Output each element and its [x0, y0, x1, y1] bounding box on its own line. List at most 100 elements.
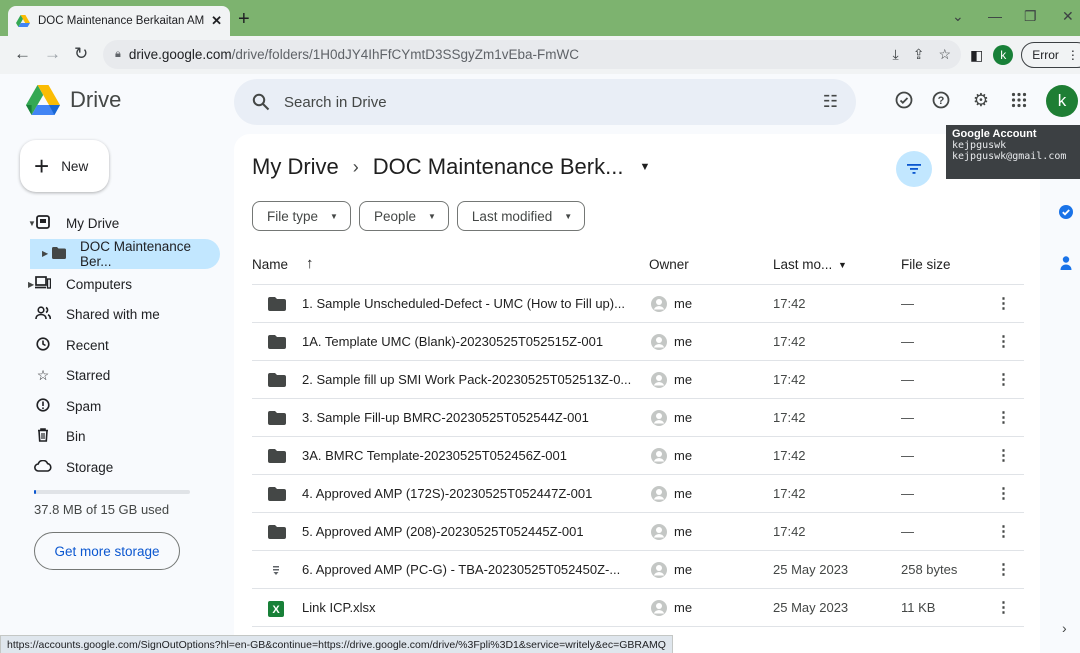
close-window-icon[interactable]: ✕ [1062, 8, 1074, 25]
restore-icon[interactable]: ❐ [1024, 8, 1037, 25]
table-row[interactable]: 3. Sample Fill-up BMRC-20230525T052544Z-… [252, 399, 1024, 437]
column-header-name[interactable]: Name [252, 257, 288, 272]
collapsed-caret-icon[interactable]: ▶ [42, 249, 48, 258]
table-row[interactable]: X Link ICP.xlsx me 25 May 2023 11 KB ⋮ [252, 589, 1024, 627]
tasks-icon[interactable] [1058, 204, 1074, 225]
sidebar-item-computers[interactable]: ▶ Computers [0, 269, 230, 300]
contacts-icon[interactable] [1058, 255, 1074, 276]
sort-ascending-icon[interactable]: ↑ [306, 255, 314, 272]
dropdown-arrow-icon: ▼ [330, 211, 338, 221]
sidebar-item-spam[interactable]: Spam [0, 391, 230, 422]
folder-icon [268, 335, 286, 352]
table-row[interactable]: 6. Approved AMP (PC-G) - TBA-20230525T05… [252, 551, 1024, 589]
breadcrumb-current[interactable]: DOC Maintenance Berk... [373, 154, 624, 180]
back-icon[interactable]: ← [14, 44, 31, 64]
account-avatar[interactable]: k [1046, 85, 1078, 117]
table-row[interactable]: 3A. BMRC Template-20230525T052456Z-001 me… [252, 437, 1024, 475]
breadcrumb-root[interactable]: My Drive [252, 154, 339, 180]
url-path: /drive/folders/1H0dJY4IhFfCYmtD3SSgyZm1v… [231, 47, 580, 62]
folder-menu-caret-icon[interactable]: ▼ [639, 161, 650, 173]
file-name[interactable]: 5. Approved AMP (208)-20230525T052445Z-0… [302, 524, 642, 539]
more-actions-icon[interactable]: ⋮ [996, 446, 1011, 464]
more-actions-icon[interactable]: ⋮ [996, 560, 1011, 578]
drive-logo[interactable]: Drive [26, 85, 121, 115]
search-bar[interactable]: Search in Drive ☷ [234, 79, 856, 125]
file-size: — [901, 372, 914, 387]
file-modified: 17:42 [773, 486, 806, 501]
apps-grid-icon[interactable] [1007, 88, 1031, 112]
table-row[interactable]: 1. Sample Unscheduled-Defect - UMC (How … [252, 285, 1024, 323]
expand-panel-icon[interactable]: › [1062, 620, 1067, 636]
file-size: — [901, 296, 914, 311]
file-name[interactable]: 2. Sample fill up SMI Work Pack-20230525… [302, 372, 642, 387]
settings-gear-icon[interactable]: ⚙ [969, 88, 993, 112]
sidebar-item-recent[interactable]: Recent [0, 330, 230, 361]
file-name[interactable]: 3. Sample Fill-up BMRC-20230525T052544Z-… [302, 410, 642, 425]
forward-icon[interactable]: → [44, 44, 61, 64]
error-button[interactable]: Error ⋮ [1021, 42, 1080, 68]
reload-icon[interactable]: ↻ [74, 44, 88, 64]
file-owner: me [674, 410, 693, 425]
sidebar-item-starred[interactable]: ☆ Starred [0, 361, 230, 392]
minimize-icon[interactable]: — [988, 8, 1002, 24]
table-row[interactable]: 1A. Template UMC (Blank)-20230525T052515… [252, 323, 1024, 361]
file-size: — [901, 524, 914, 539]
filter-chip-file-type[interactable]: File type ▼ [252, 201, 351, 231]
filter-chips: File type ▼ People ▼ Last modified ▼ [252, 201, 586, 231]
browser-profile-avatar[interactable]: k [993, 45, 1014, 65]
sidebar-item-label: Shared with me [66, 307, 160, 323]
file-name[interactable]: 3A. BMRC Template-20230525T052456Z-001 [302, 448, 642, 463]
file-name[interactable]: 4. Approved AMP (172S)-20230525T052447Z-… [302, 486, 642, 501]
browser-tab[interactable]: DOC Maintenance Berkaitan AMP ✕ [8, 6, 230, 36]
more-actions-icon[interactable]: ⋮ [996, 408, 1011, 426]
more-actions-icon[interactable]: ⋮ [996, 294, 1011, 312]
drive-logo-icon [26, 85, 60, 115]
sidebar-item-my-drive[interactable]: ▼ My Drive [0, 208, 230, 239]
sidebar-item-current-folder[interactable]: ▶ DOC Maintenance Ber... [30, 238, 220, 269]
filter-toggle-button[interactable] [896, 151, 932, 187]
sidebar-item-storage[interactable]: Storage [0, 452, 230, 483]
file-owner: me [674, 486, 693, 501]
file-name[interactable]: 1A. Template UMC (Blank)-20230525T052515… [302, 334, 642, 349]
my-drive-icon [34, 214, 52, 232]
filter-chip-people[interactable]: People ▼ [358, 201, 449, 231]
table-row[interactable]: 2. Sample fill up SMI Work Pack-20230525… [252, 361, 1024, 399]
drive-favicon-icon [16, 15, 30, 27]
side-panel-icon[interactable]: ◧ [970, 47, 983, 64]
breadcrumb: My Drive › DOC Maintenance Berk... ▼ [252, 154, 650, 180]
share-icon[interactable]: ⇪ [913, 46, 925, 63]
filter-chip-last-modified[interactable]: Last modified ▼ [456, 201, 586, 231]
offline-ready-icon[interactable] [892, 88, 916, 112]
column-header-size[interactable]: File size [901, 257, 951, 272]
tab-close-icon[interactable]: ✕ [211, 13, 222, 29]
table-row[interactable]: 4. Approved AMP (172S)-20230525T052447Z-… [252, 475, 1024, 513]
tab-search-icon[interactable]: ⌄ [952, 8, 964, 25]
file-name[interactable]: Link ICP.xlsx [302, 600, 642, 615]
new-button[interactable]: + New [20, 140, 109, 192]
bin-icon [34, 428, 52, 445]
column-header-owner[interactable]: Owner [649, 257, 689, 272]
column-dropdown-icon[interactable]: ▼ [838, 260, 847, 270]
address-bar[interactable]: 🔒︎ drive.google.com/drive/folders/1H0dJY… [103, 40, 961, 69]
folder-icon [268, 487, 286, 504]
new-tab-icon[interactable]: + [238, 8, 250, 31]
more-actions-icon[interactable]: ⋮ [996, 332, 1011, 350]
file-name[interactable]: 6. Approved AMP (PC-G) - TBA-20230525T05… [302, 562, 642, 577]
file-name[interactable]: 1. Sample Unscheduled-Defect - UMC (How … [302, 296, 642, 311]
bookmark-star-icon[interactable]: ☆ [938, 46, 951, 63]
more-actions-icon[interactable]: ⋮ [996, 598, 1011, 616]
search-options-icon[interactable]: ☷ [823, 92, 838, 112]
more-actions-icon[interactable]: ⋮ [996, 484, 1011, 502]
help-icon[interactable]: ? [929, 88, 953, 112]
table-row[interactable]: 5. Approved AMP (208)-20230525T052445Z-0… [252, 513, 1024, 551]
file-owner: me [674, 562, 693, 577]
more-actions-icon[interactable]: ⋮ [996, 522, 1011, 540]
column-header-modified[interactable]: Last mo... [773, 257, 832, 272]
search-input[interactable]: Search in Drive [284, 94, 387, 111]
sidebar-item-bin[interactable]: Bin [0, 422, 230, 453]
sidebar-item-shared[interactable]: Shared with me [0, 300, 230, 331]
file-modified: 17:42 [773, 296, 806, 311]
get-more-storage-button[interactable]: Get more storage [34, 532, 180, 570]
install-icon[interactable]: ⤓ [893, 46, 899, 63]
more-actions-icon[interactable]: ⋮ [996, 370, 1011, 388]
